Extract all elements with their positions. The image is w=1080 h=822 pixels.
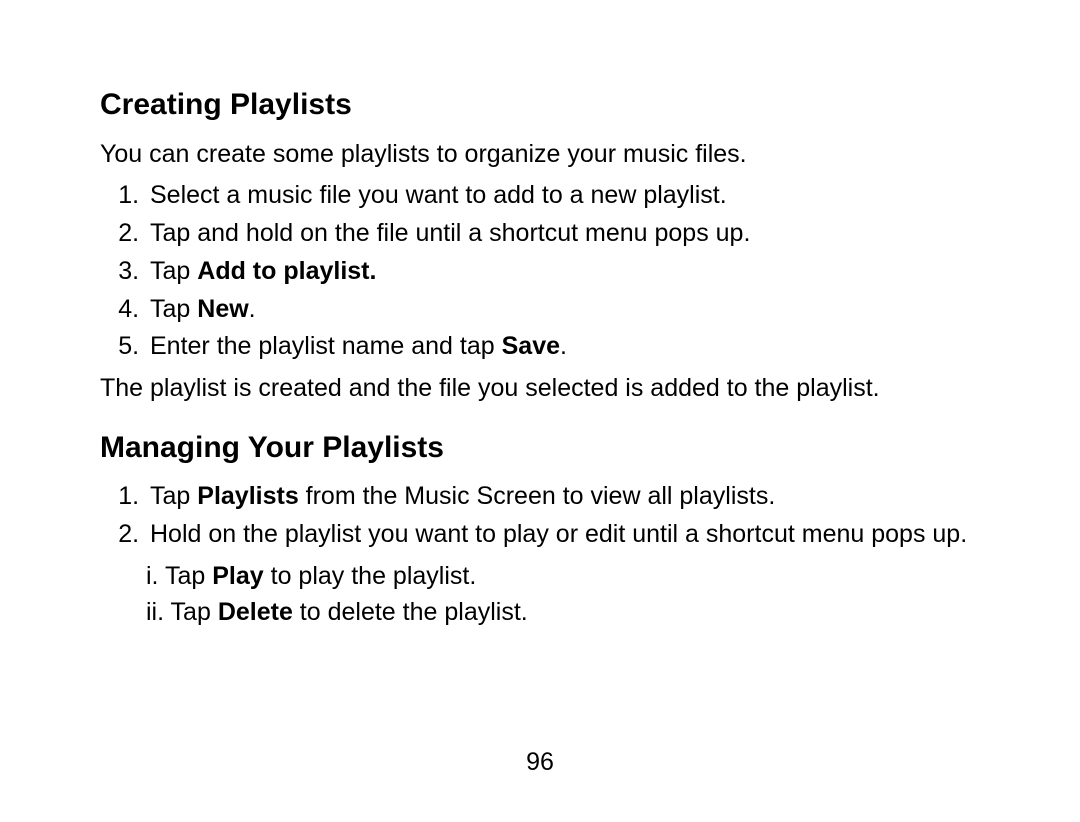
mstep-1-pre: Tap: [150, 482, 197, 510]
mstep-1: Tap Playlists from the Music Screen to v…: [146, 480, 980, 514]
mstep-2: Hold on the playlist you want to play or…: [146, 518, 980, 552]
step-3-bold: Add to playlist.: [197, 257, 376, 285]
step-4-pre: Tap: [150, 295, 197, 323]
mstep-1-bold: Playlists: [197, 482, 298, 510]
step-4-bold: New: [197, 295, 248, 323]
substep-ii: ii. Tap Delete to delete the playlist.: [146, 596, 980, 630]
step-4: Tap New.: [146, 293, 980, 327]
managing-playlists-steps: Tap Playlists from the Music Screen to v…: [100, 480, 980, 552]
page-number: 96: [0, 746, 1080, 780]
substep-i-post: to play the playlist.: [264, 562, 477, 590]
outro-text: The playlist is created and the file you…: [100, 372, 980, 406]
creating-playlists-steps: Select a music file you want to add to a…: [100, 179, 980, 364]
step-1: Select a music file you want to add to a…: [146, 179, 980, 213]
substep-i-bold: Play: [212, 562, 263, 590]
heading-managing-playlists: Managing Your Playlists: [100, 428, 980, 469]
step-3-pre: Tap: [150, 257, 197, 285]
step-3: Tap Add to playlist.: [146, 255, 980, 289]
substep-ii-post: to delete the playlist.: [293, 598, 528, 626]
substep-ii-pre: ii. Tap: [146, 598, 218, 626]
substep-i: i. Tap Play to play the playlist.: [146, 560, 980, 594]
mstep-1-post: from the Music Screen to view all playli…: [299, 482, 776, 510]
heading-creating-playlists: Creating Playlists: [100, 85, 980, 126]
step-5-bold: Save: [502, 332, 560, 360]
step-5-pre: Enter the playlist name and tap: [150, 332, 502, 360]
substep-i-pre: i. Tap: [146, 562, 212, 590]
intro-text: You can create some playlists to organiz…: [100, 138, 980, 172]
step-4-post: .: [249, 295, 256, 323]
step-5: Enter the playlist name and tap Save.: [146, 330, 980, 364]
step-2: Tap and hold on the file until a shortcu…: [146, 217, 980, 251]
step-5-post: .: [560, 332, 567, 360]
substep-ii-bold: Delete: [218, 598, 293, 626]
